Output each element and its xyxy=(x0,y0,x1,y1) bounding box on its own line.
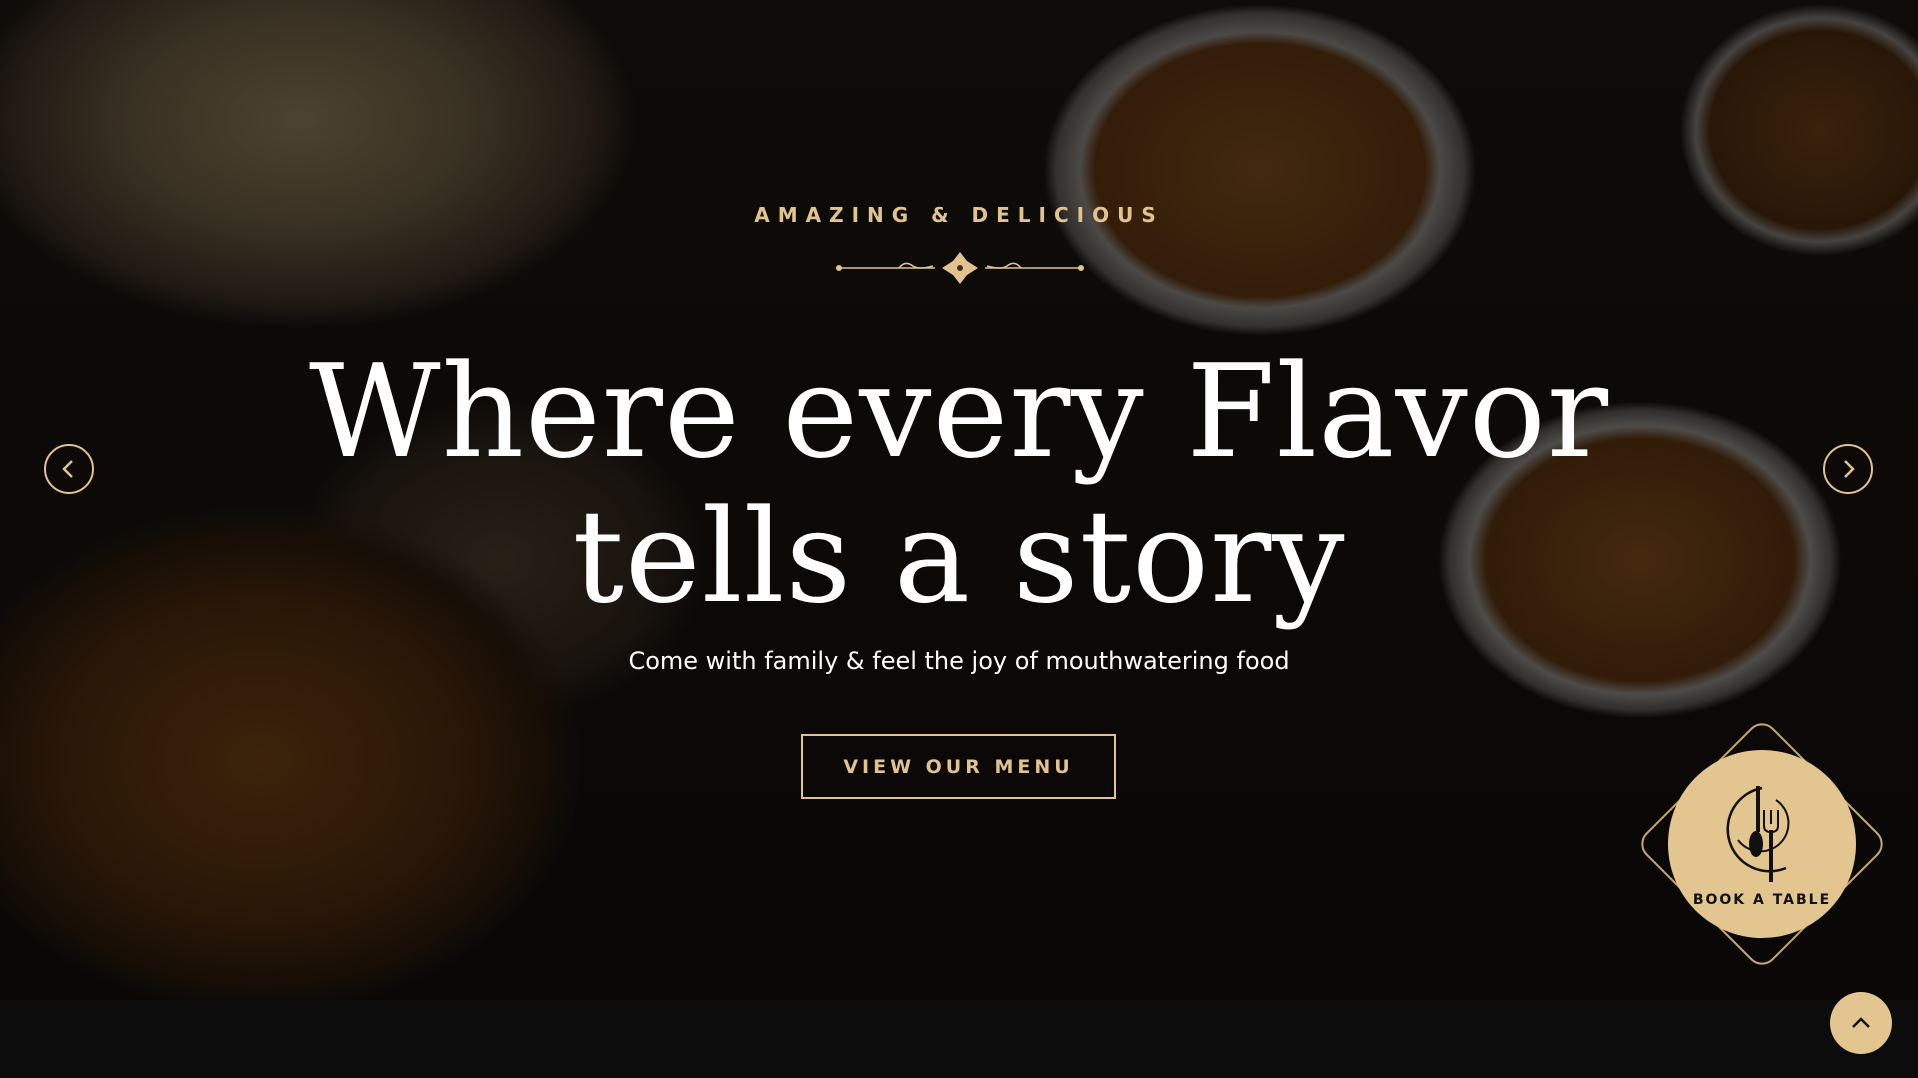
book-a-table-button[interactable]: BOOK A TABLE xyxy=(1634,716,1890,972)
headline-line-1: Where every Flavor xyxy=(309,338,1609,487)
carousel-next-button[interactable] xyxy=(1823,444,1873,494)
view-menu-button[interactable]: VIEW OUR MENU xyxy=(801,734,1116,799)
headline-line-2: tells a story xyxy=(572,483,1346,632)
chevron-right-icon xyxy=(1844,460,1855,478)
scroll-to-top-button[interactable] xyxy=(1830,992,1892,1054)
footer-section xyxy=(0,1000,1918,1078)
hero-kicker: AMAZING & DELICIOUS xyxy=(754,203,1164,227)
hero-content: AMAZING & DELICIOUS Where every Flavor t… xyxy=(0,0,1918,1000)
hero-headline: Where every Flavor tells a story xyxy=(0,340,1918,630)
hero-subtitle: Come with family & feel the joy of mouth… xyxy=(628,647,1290,675)
plate-fork-spoon-icon xyxy=(1726,786,1790,882)
book-table-badge: BOOK A TABLE xyxy=(1668,750,1856,938)
chevron-up-icon xyxy=(1852,1017,1870,1028)
book-table-label: BOOK A TABLE xyxy=(1692,892,1832,908)
ornament-divider-icon xyxy=(836,252,1084,284)
carousel-prev-button[interactable] xyxy=(44,444,94,494)
chevron-left-icon xyxy=(62,460,73,478)
